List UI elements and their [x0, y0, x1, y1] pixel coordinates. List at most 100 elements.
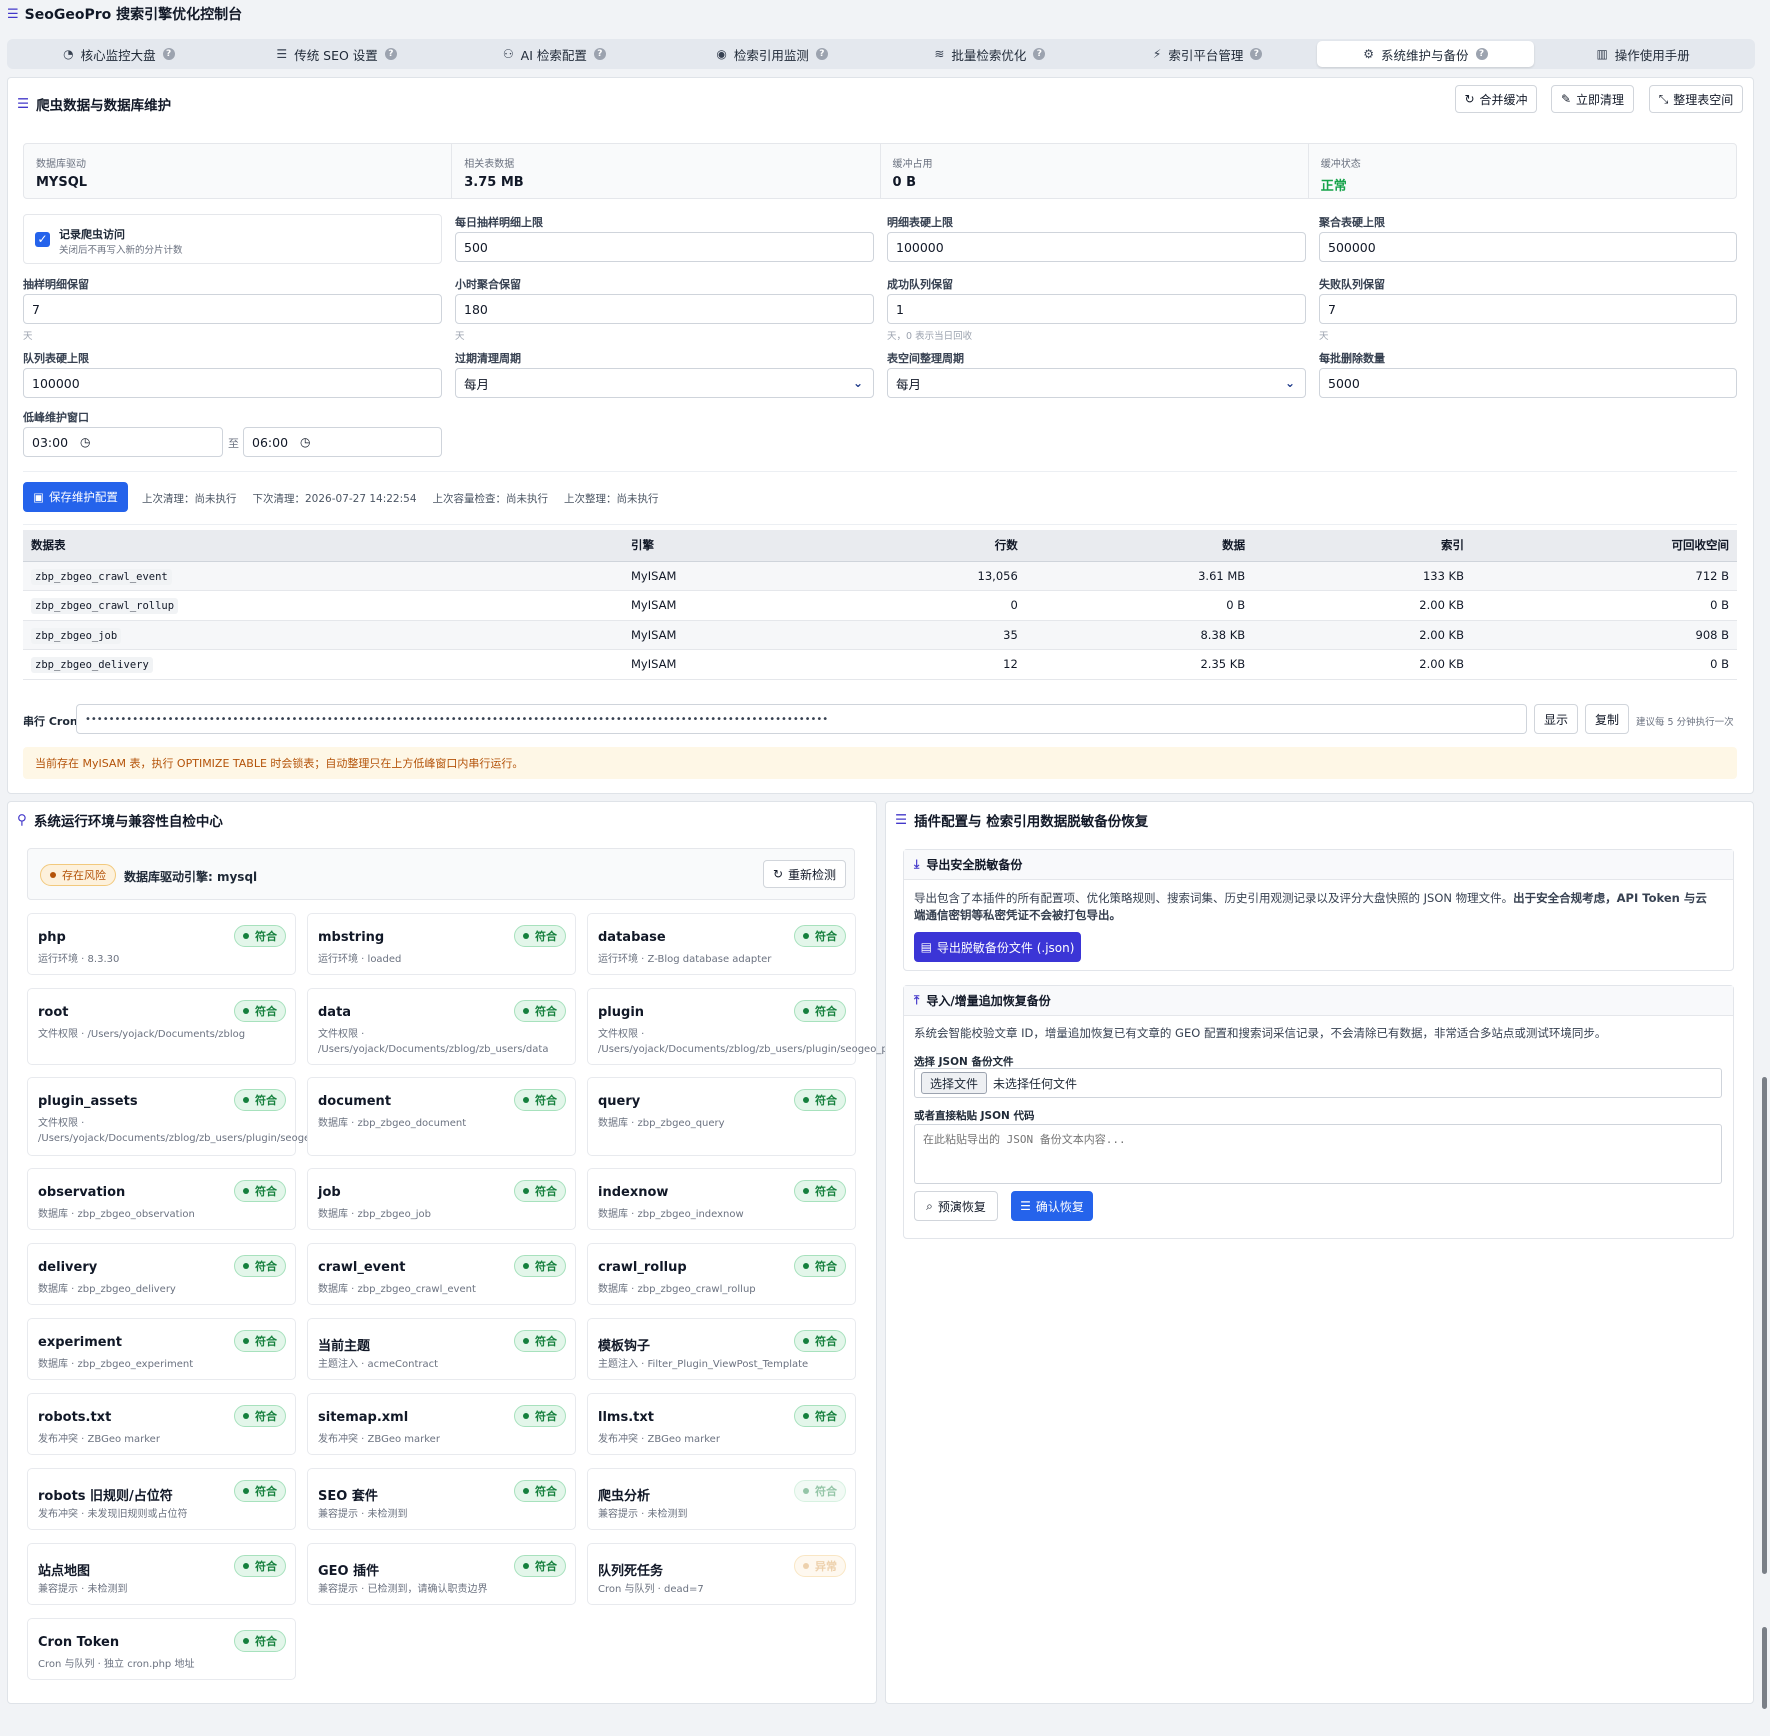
person-check-icon: ⚲ [17, 812, 27, 828]
tab-batch-optimize[interactable]: ≋ 批量检索优化? [881, 41, 1099, 67]
button-label: 确认恢复 [1035, 1199, 1084, 1214]
reclaimable-cell: 0 B [1472, 590, 1737, 621]
column-header: 数据 [1025, 530, 1254, 562]
tab-dashboard[interactable]: ◔ 核心监控大盘? [10, 41, 228, 67]
hourly-keep-input[interactable]: 180 [455, 294, 874, 324]
detail-hard-limit-input[interactable]: 100000 [887, 232, 1306, 262]
status-badge: 符合 [514, 1330, 566, 1352]
data-cell: 0 B [1025, 590, 1254, 621]
import-header: ⤒ 导入/增量追加恢复备份 [904, 986, 1733, 1016]
save-icon: ▣ [33, 490, 44, 504]
env-check-card-item: 模板钩子 主题注入 · Filter_Plugin_ViewPost_Templa… [587, 1318, 856, 1380]
check-name: query [598, 1094, 641, 1109]
help-icon[interactable]: ? [384, 48, 397, 60]
help-icon[interactable]: ? [1475, 48, 1488, 60]
hourly-keep-label: 小时聚合保留 [455, 278, 521, 291]
tab-maintenance-backup[interactable]: ⚙ 系统维护与备份? [1316, 41, 1535, 67]
rollup-hard-limit-input[interactable]: 500000 [1319, 232, 1737, 262]
help-icon[interactable]: ? [162, 48, 175, 60]
db-tables: 数据表 引擎 行数 数据 索引 可回收空间 zbp_zbgeo_crawl_ev… [23, 530, 1737, 680]
status-badge: 符合 [794, 1480, 846, 1502]
status-dot [523, 1488, 529, 1494]
status-dot [243, 1188, 249, 1194]
backup-title: ☰ 插件配置与 检索引用数据脱敏备份恢复 [895, 810, 1148, 830]
json-paste-textarea[interactable] [914, 1124, 1722, 1184]
stat-value: 0 B [892, 175, 916, 190]
fail-keep-input[interactable]: 7 [1319, 294, 1737, 324]
scrollbar-thumb[interactable] [1762, 1627, 1767, 1709]
status-label: 符合 [815, 1335, 837, 1348]
status-label: 符合 [255, 1335, 277, 1348]
broom-icon: ✎ [1560, 92, 1572, 106]
help-icon[interactable]: ? [815, 48, 828, 60]
env-check-card-item: indexnow 数据库 · zbp_zbgeo_indexnow 符合 [587, 1168, 856, 1230]
import-description: 系统会智能校验文章 ID，增量追加恢复已有文章的 GEO 配置和搜索词采信记录，… [914, 1026, 1607, 1040]
tab-index-platforms[interactable]: ⚡ 索引平台管理? [1099, 41, 1317, 67]
file-status: 未选择任何文件 [993, 1076, 1078, 1091]
file-input[interactable]: 选择文件 未选择任何文件 [914, 1068, 1722, 1098]
status-badge: 符合 [794, 1089, 846, 1111]
table-name: zbp_zbgeo_delivery [31, 657, 153, 674]
tab-label: 检索引用监测 [733, 47, 809, 63]
eye-icon: ◉ [716, 47, 727, 61]
status-label: 符合 [255, 1635, 277, 1648]
panel-title: 导出安全脱敏备份 [926, 858, 1023, 872]
status-label: 符合 [535, 1005, 557, 1018]
chevron-down-icon: ⌄ [852, 376, 863, 390]
clean-now-button[interactable]: ✎ 立即清理 [1551, 85, 1634, 113]
merge-buffer-button[interactable]: ↻ 合并缓冲 [1455, 85, 1537, 113]
space-cycle-select[interactable]: 每月 ⌄ [887, 368, 1306, 398]
choose-file-button[interactable]: 选择文件 [921, 1072, 988, 1094]
queue-hard-limit-input[interactable]: 100000 [23, 368, 442, 398]
expire-cycle-select[interactable]: 每月 ⌄ [455, 368, 874, 398]
check-description: 数据库 · zbp_zbgeo_indexnow [598, 1209, 744, 1220]
status-dot [243, 1488, 249, 1494]
help-icon[interactable]: ? [1033, 48, 1046, 60]
success-keep-input[interactable]: 1 [887, 294, 1306, 324]
window-start-input[interactable]: 03:00 ◷ [23, 427, 223, 457]
status-badge: 符合 [514, 1180, 566, 1202]
status-dot [243, 1638, 249, 1644]
stat-label: 缓冲占用 [892, 159, 933, 170]
cron-show-button[interactable]: 显示 [1534, 704, 1578, 734]
save-maintenance-button[interactable]: ▣ 保存维护配置 [23, 482, 128, 512]
status-label: 符合 [815, 930, 837, 943]
tab-citation-monitor[interactable]: ◉ 检索引用监测? [663, 41, 881, 67]
cron-url-input[interactable]: ••••••••••••••••••••••••••••••••••••••••… [76, 704, 1527, 734]
cron-copy-button[interactable]: 复制 [1585, 704, 1629, 734]
clock-icon[interactable]: ◷ [300, 435, 310, 449]
batch-delete-input[interactable]: 5000 [1319, 368, 1737, 398]
check-name: mbstring [318, 930, 385, 945]
tab-seo-settings[interactable]: ☰ 传统 SEO 设置? [228, 41, 446, 67]
database-icon: ☰ [895, 812, 908, 828]
help-icon[interactable]: ? [1250, 48, 1263, 60]
refresh-icon: ↻ [1464, 92, 1475, 106]
status-dot [523, 1188, 529, 1194]
check-description: 运行环境 · loaded [318, 954, 402, 965]
export-backup-button[interactable]: ▤ 导出脱敏备份文件 (.json) [914, 932, 1081, 962]
status-label: 符合 [815, 1410, 837, 1423]
window-label: 低峰维护窗口 [23, 411, 89, 424]
file-icon: ▤ [920, 940, 932, 954]
table-header-row: 数据表 引擎 行数 数据 索引 可回收空间 [23, 530, 1737, 562]
tab-ai-search[interactable]: ⚇ AI 检索配置? [446, 41, 664, 67]
scrollbar-thumb[interactable] [1762, 1077, 1767, 1574]
tab-label: 批量检索优化 [951, 47, 1027, 63]
record-crawl-toggle[interactable]: ✓ 记录爬虫访问 关闭后不再写入新的分片计数 [23, 214, 442, 264]
cron-label: 串行 Cron [23, 715, 78, 728]
optimize-tables-button[interactable]: ⤡ 整理表空间 [1649, 85, 1743, 113]
daily-sample-input[interactable]: 500 [455, 232, 874, 262]
window-end-input[interactable]: 06:00 ◷ [243, 427, 442, 457]
checkbox-checked-icon[interactable]: ✓ [35, 232, 50, 247]
confirm-restore-button[interactable]: ☰ 确认恢复 [1011, 1191, 1093, 1221]
engine-cell: MyISAM [623, 590, 823, 621]
check-name: database [598, 930, 666, 945]
clock-icon[interactable]: ◷ [80, 435, 90, 449]
status-dot [803, 1097, 809, 1103]
sample-keep-input[interactable]: 7 [23, 294, 442, 324]
recheck-button[interactable]: ↻ 重新检测 [763, 860, 846, 888]
preview-restore-button[interactable]: ⌕ 预演恢复 [914, 1191, 998, 1221]
tab-manual[interactable]: ▥ 操作使用手册 [1534, 41, 1752, 67]
reclaimable-cell: 0 B [1472, 649, 1737, 680]
help-icon[interactable]: ? [593, 48, 606, 60]
